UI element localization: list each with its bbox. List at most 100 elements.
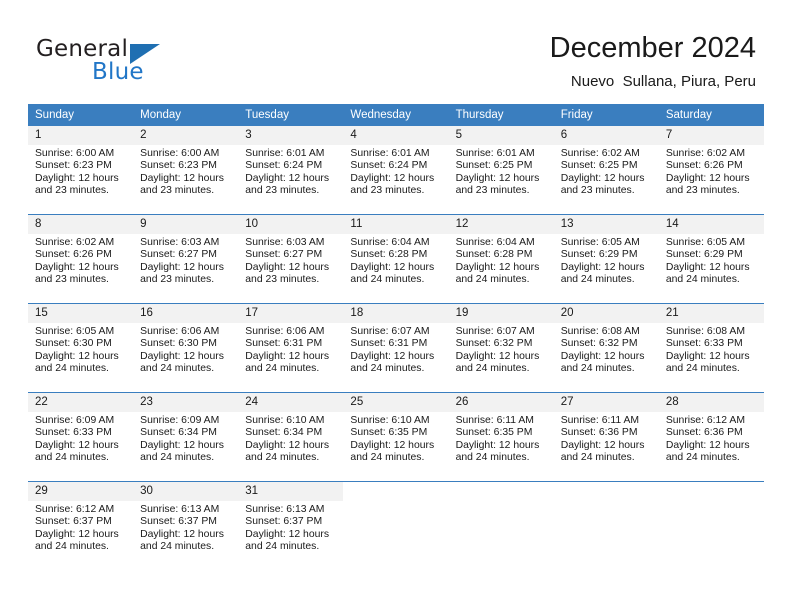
day-number: 28: [658, 393, 764, 412]
calendar-day-cell[interactable]: 5 Sunrise: 6:01 AM Sunset: 6:25 PM Daylight…: [448, 126, 554, 215]
calendar-day-cell[interactable]: 24 Sunrise: 6:10 AM Sunset: 6:34 PM Dayligh…: [238, 392, 344, 482]
day-details: Sunrise: 6:06 AM Sunset: 6:30 PM Daylight:…: [133, 323, 238, 376]
calendar-day-cell[interactable]: 4 Sunrise: 6:01 AM Sunset: 6:24 PM Daylight…: [343, 126, 449, 215]
calendar-day-cell[interactable]: 21 Sunrise: 6:08 AM Sunset: 6:33 PM Dayligh…: [658, 303, 764, 393]
calendar-day-cell[interactable]: 25 Sunrise: 6:10 AM Sunset: 6:35 PM Dayligh…: [343, 392, 449, 482]
calendar-day-cell-empty: [343, 482, 449, 570]
calendar-day-cell[interactable]: 14 Sunrise: 6:05 AM Sunset: 6:29 PM Dayligh…: [658, 214, 764, 304]
day-detail-daylight-line1: Daylight: 12 hours: [140, 350, 224, 362]
day-number: 12: [448, 215, 554, 234]
calendar-day-cell[interactable]: 18 Sunrise: 6:07 AM Sunset: 6:31 PM Dayligh…: [343, 303, 449, 393]
day-details: Sunrise: 6:07 AM Sunset: 6:32 PM Daylight:…: [449, 323, 554, 376]
day-detail-daylight-line2: and 23 minutes.: [455, 185, 530, 197]
day-detail-daylight-line1: Daylight: 12 hours: [245, 439, 330, 451]
calendar-day-cell-empty: [553, 482, 659, 570]
day-detail-sunrise: Sunrise: 6:12 AM: [35, 504, 115, 515]
day-number: 9: [133, 215, 239, 234]
calendar-day-cell[interactable]: 13 Sunrise: 6:05 AM Sunset: 6:29 PM Dayligh…: [553, 214, 659, 304]
day-number: 19: [448, 304, 554, 323]
calendar-day-cell-content: 1 Sunrise: 6:00 AM Sunset: 6:23 PM Daylight…: [28, 126, 134, 214]
calendar-day-cell[interactable]: 23 Sunrise: 6:09 AM Sunset: 6:34 PM Dayligh…: [133, 392, 239, 482]
calendar-day-cell[interactable]: 26 Sunrise: 6:11 AM Sunset: 6:35 PM Dayligh…: [448, 392, 554, 482]
weekday-header-friday: Friday: [553, 104, 659, 126]
day-details: Sunrise: 6:13 AM Sunset: 6:37 PM Daylight:…: [133, 501, 238, 554]
calendar-day-cell[interactable]: [553, 481, 659, 570]
calendar-day-cell[interactable]: 7 Sunrise: 6:02 AM Sunset: 6:26 PM Daylight…: [658, 126, 764, 215]
calendar-day-cell-empty: [658, 482, 764, 570]
calendar-day-cell[interactable]: 27 Sunrise: 6:11 AM Sunset: 6:36 PM Dayligh…: [553, 392, 659, 482]
calendar-day-cell[interactable]: 11 Sunrise: 6:04 AM Sunset: 6:28 PM Dayligh…: [343, 214, 449, 304]
calendar-day-cell[interactable]: 20 Sunrise: 6:08 AM Sunset: 6:32 PM Dayligh…: [553, 303, 659, 393]
day-detail-sunset: Sunset: 6:29 PM: [665, 249, 743, 261]
calendar-day-cell[interactable]: 9 Sunrise: 6:03 AM Sunset: 6:27 PM Daylight…: [133, 214, 239, 304]
day-number: [553, 482, 659, 501]
day-detail-daylight-line2: and 24 minutes.: [560, 363, 635, 375]
day-detail-daylight-line1: Daylight: 12 hours: [140, 172, 224, 184]
day-details: Sunrise: 6:01 AM Sunset: 6:25 PM Daylight:…: [449, 145, 554, 198]
day-detail-sunrise: Sunrise: 6:11 AM: [560, 415, 640, 426]
calendar-day-cell[interactable]: 28 Sunrise: 6:12 AM Sunset: 6:36 PM Dayligh…: [658, 392, 764, 482]
day-number: 25: [343, 393, 449, 412]
page-subtitle: Nuevo Sullana, Piura, Peru: [570, 73, 756, 90]
calendar-day-cell-content: 29 Sunrise: 6:12 AM Sunset: 6:37 PM Dayligh…: [28, 482, 134, 570]
weekday-header-saturday: Saturday: [658, 104, 764, 126]
calendar-day-cell[interactable]: [448, 481, 554, 570]
calendar-week-row: 8 Sunrise: 6:02 AM Sunset: 6:26 PM Daylight…: [28, 214, 764, 304]
calendar-day-cell-content: 7 Sunrise: 6:02 AM Sunset: 6:26 PM Daylight…: [658, 126, 764, 214]
day-detail-daylight-line2: and 24 minutes.: [35, 452, 109, 464]
calendar-day-cell[interactable]: 6 Sunrise: 6:02 AM Sunset: 6:25 PM Daylight…: [553, 126, 659, 215]
calendar-day-cell[interactable]: 16 Sunrise: 6:06 AM Sunset: 6:30 PM Dayligh…: [133, 303, 239, 393]
day-details: Sunrise: 6:07 AM Sunset: 6:31 PM Daylight:…: [343, 323, 448, 376]
day-number: 18: [343, 304, 449, 323]
calendar-day-cell[interactable]: 29 Sunrise: 6:12 AM Sunset: 6:37 PM Dayligh…: [28, 481, 134, 570]
calendar-day-cell[interactable]: 30 Sunrise: 6:13 AM Sunset: 6:37 PM Dayligh…: [133, 481, 239, 570]
calendar-day-cell[interactable]: 10 Sunrise: 6:03 AM Sunset: 6:27 PM Dayligh…: [238, 214, 344, 304]
calendar-day-cell-empty: [448, 482, 554, 570]
day-detail-daylight-line2: and 23 minutes.: [140, 274, 215, 286]
calendar-day-cell[interactable]: 12 Sunrise: 6:04 AM Sunset: 6:28 PM Dayligh…: [448, 214, 554, 304]
calendar-day-cell[interactable]: 2 Sunrise: 6:00 AM Sunset: 6:23 PM Daylight…: [133, 126, 239, 215]
calendar-day-cell-content: 8 Sunrise: 6:02 AM Sunset: 6:26 PM Daylight…: [28, 215, 134, 303]
day-number: [343, 482, 449, 501]
day-detail-daylight-line2: and 23 minutes.: [35, 274, 109, 286]
day-detail-daylight-line2: and 24 minutes.: [350, 363, 425, 375]
day-detail-daylight-line1: Daylight: 12 hours: [560, 172, 645, 184]
day-details: [343, 501, 448, 504]
day-detail-sunrise: Sunrise: 6:01 AM: [455, 148, 535, 159]
day-detail-daylight-line1: Daylight: 12 hours: [245, 261, 330, 273]
day-detail-sunrise: Sunrise: 6:06 AM: [140, 326, 220, 337]
calendar-day-cell[interactable]: 8 Sunrise: 6:02 AM Sunset: 6:26 PM Daylight…: [28, 214, 134, 304]
day-detail-daylight-line1: Daylight: 12 hours: [455, 261, 540, 273]
calendar-day-cell-content: 10 Sunrise: 6:03 AM Sunset: 6:27 PM Dayligh…: [238, 215, 344, 303]
calendar-day-cell[interactable]: 17 Sunrise: 6:06 AM Sunset: 6:31 PM Dayligh…: [238, 303, 344, 393]
day-detail-daylight-line1: Daylight: 12 hours: [350, 261, 435, 273]
day-detail-sunrise: Sunrise: 6:07 AM: [350, 326, 430, 337]
calendar-body: 1 Sunrise: 6:00 AM Sunset: 6:23 PM Daylight…: [28, 126, 764, 570]
day-detail-daylight-line1: Daylight: 12 hours: [35, 439, 119, 451]
calendar-day-cell-content: 25 Sunrise: 6:10 AM Sunset: 6:35 PM Dayligh…: [343, 393, 449, 481]
day-details: Sunrise: 6:09 AM Sunset: 6:33 PM Daylight:…: [28, 412, 133, 465]
calendar-day-cell-content: 14 Sunrise: 6:05 AM Sunset: 6:29 PM Dayligh…: [658, 215, 764, 303]
day-detail-sunrise: Sunrise: 6:05 AM: [665, 237, 745, 248]
calendar-day-cell[interactable]: 19 Sunrise: 6:07 AM Sunset: 6:32 PM Dayligh…: [448, 303, 554, 393]
weekday-header-monday: Monday: [133, 104, 239, 126]
calendar-day-cell-content: 11 Sunrise: 6:04 AM Sunset: 6:28 PM Dayligh…: [343, 215, 449, 303]
calendar-day-cell-content: 16 Sunrise: 6:06 AM Sunset: 6:30 PM Dayligh…: [133, 304, 239, 392]
calendar-day-cell[interactable]: [343, 481, 449, 570]
calendar-day-cell[interactable]: [658, 481, 764, 570]
calendar-day-cell[interactable]: 1 Sunrise: 6:00 AM Sunset: 6:23 PM Daylight…: [28, 126, 134, 215]
calendar-day-cell[interactable]: 15 Sunrise: 6:05 AM Sunset: 6:30 PM Dayligh…: [28, 303, 134, 393]
brand-logo[interactable]: General Blue: [36, 36, 236, 88]
day-number: [448, 482, 554, 501]
calendar-day-cell[interactable]: 22 Sunrise: 6:09 AM Sunset: 6:33 PM Dayligh…: [28, 392, 134, 482]
day-detail-daylight-line1: Daylight: 12 hours: [35, 172, 119, 184]
day-number: 8: [28, 215, 134, 234]
day-detail-sunrise: Sunrise: 6:12 AM: [665, 415, 745, 426]
weekday-header-wednesday: Wednesday: [343, 104, 449, 126]
day-detail-sunrise: Sunrise: 6:04 AM: [455, 237, 535, 248]
calendar-day-cell-content: 20 Sunrise: 6:08 AM Sunset: 6:32 PM Dayligh…: [553, 304, 659, 392]
day-number: 22: [28, 393, 134, 412]
day-detail-sunset: Sunset: 6:24 PM: [350, 160, 428, 172]
calendar-day-cell[interactable]: 3 Sunrise: 6:01 AM Sunset: 6:24 PM Daylight…: [238, 126, 344, 215]
calendar-day-cell[interactable]: 31 Sunrise: 6:13 AM Sunset: 6:37 PM Dayligh…: [238, 481, 344, 570]
